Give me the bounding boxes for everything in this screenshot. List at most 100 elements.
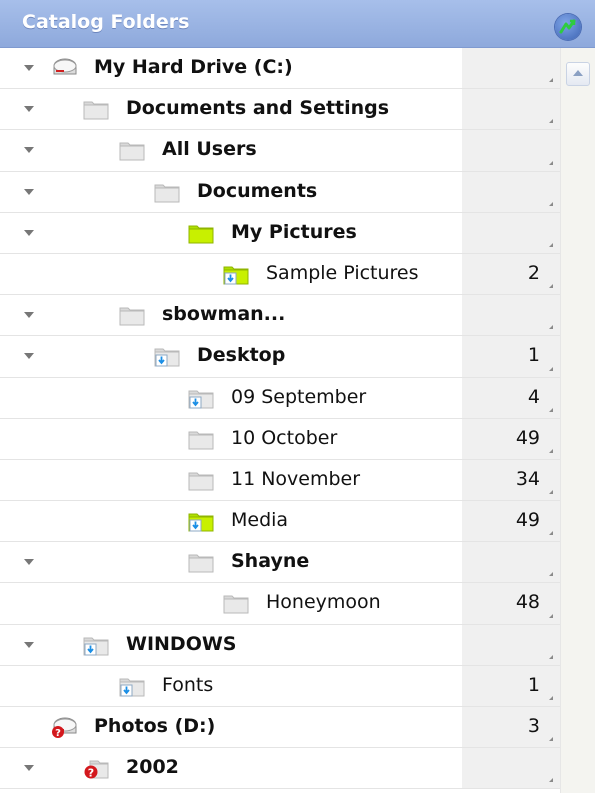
photo-count-cell: 34	[462, 459, 560, 501]
resize-grip-icon	[549, 366, 553, 371]
svg-text:?: ?	[55, 728, 61, 739]
resize-grip-icon	[549, 284, 553, 289]
tree-row[interactable]: Documents	[0, 171, 560, 213]
panel-menu-icon[interactable]	[555, 14, 581, 40]
resize-grip-icon	[549, 737, 553, 742]
folder-label: Honeymoon	[266, 591, 381, 614]
folder-label: 2002	[126, 756, 179, 779]
photo-count-cell	[462, 624, 560, 665]
photo-count: 1	[527, 673, 540, 696]
green-sync-folder-icon	[222, 262, 250, 286]
tree-row[interactable]: sbowman...	[0, 295, 560, 337]
resize-grip-icon	[549, 490, 553, 495]
expand-arrow-icon[interactable]	[24, 147, 34, 154]
folder-icon	[82, 97, 110, 121]
tree-row[interactable]: Sample Pictures 2	[0, 253, 560, 296]
offline-folder-icon: ?	[82, 756, 110, 780]
hard-drive-icon	[50, 56, 78, 80]
sync-folder-icon	[118, 674, 146, 698]
folder-label: WINDOWS	[126, 632, 237, 655]
offline-drive-icon: ?	[50, 715, 78, 739]
tree-row[interactable]: My Pictures	[0, 212, 560, 254]
photo-count: 34	[515, 467, 540, 490]
folder-label: sbowman...	[162, 303, 286, 326]
expand-arrow-icon[interactable]	[24, 65, 34, 71]
photo-count-cell: 3	[462, 707, 560, 748]
expand-arrow-icon[interactable]	[24, 188, 34, 195]
resize-grip-icon	[549, 119, 553, 124]
tree-row[interactable]: ? Photos (D:) 3	[0, 707, 560, 749]
tree-row[interactable]: 09 September 4	[0, 377, 560, 419]
vertical-scrollbar[interactable]	[560, 48, 595, 793]
green-folder-icon	[187, 221, 215, 245]
sync-folder-icon	[82, 633, 110, 657]
resize-grip-icon	[549, 778, 553, 783]
tree-row[interactable]: Shayne	[0, 542, 560, 584]
expand-arrow-icon[interactable]	[24, 353, 34, 360]
photo-count-cell	[462, 48, 560, 89]
resize-grip-icon	[549, 325, 553, 330]
photo-count-cell: 1	[462, 336, 560, 377]
folder-tree: My Hard Drive (C:) Documents and Settings…	[0, 48, 560, 793]
expand-arrow-icon[interactable]	[24, 229, 34, 236]
resize-grip-icon	[549, 654, 553, 659]
tree-row[interactable]: ? 2002	[0, 748, 560, 790]
folder-icon	[187, 550, 215, 574]
sync-folder-icon	[153, 344, 181, 368]
folder-label: 09 September	[231, 385, 367, 408]
tree-row[interactable]: Media 49	[0, 501, 560, 543]
photo-count-cell	[462, 542, 560, 583]
folder-icon	[187, 468, 215, 492]
scroll-up-button[interactable]	[566, 62, 590, 86]
photo-count: 3	[527, 715, 540, 737]
folder-label: 10 October	[231, 426, 338, 449]
folder-icon	[118, 138, 146, 162]
tree-row[interactable]: Documents and Settings	[0, 89, 560, 131]
resize-grip-icon	[549, 448, 553, 453]
resize-grip-icon	[549, 201, 553, 206]
svg-text:?: ?	[88, 767, 94, 780]
photo-count-cell: 1	[462, 665, 560, 706]
photo-count-cell	[462, 130, 560, 171]
photo-count-cell: 48	[462, 583, 560, 624]
folder-label: My Pictures	[231, 220, 357, 243]
photo-count: 49	[515, 426, 540, 449]
resize-grip-icon	[549, 572, 553, 577]
green-sync-folder-icon	[187, 509, 215, 533]
tree-row[interactable]: Honeymoon 48	[0, 583, 560, 625]
folder-label: Documents and Settings	[126, 97, 390, 120]
expand-arrow-icon[interactable]	[24, 312, 34, 319]
expand-arrow-icon[interactable]	[24, 559, 34, 566]
resize-grip-icon	[549, 696, 553, 700]
expand-arrow-icon[interactable]	[24, 106, 34, 113]
photo-count-cell	[462, 748, 560, 789]
tree-row[interactable]: Desktop 1	[0, 336, 560, 378]
photo-count-cell	[462, 212, 560, 253]
resize-grip-icon	[549, 407, 553, 412]
photo-count-cell	[462, 89, 560, 130]
tree-row[interactable]: My Hard Drive (C:)	[0, 48, 560, 90]
expand-arrow-icon[interactable]	[24, 765, 34, 772]
tree-row[interactable]: All Users	[0, 130, 560, 172]
expand-arrow-icon[interactable]	[24, 641, 34, 648]
folder-label: My Hard Drive (C:)	[94, 56, 293, 78]
folder-label: Photos (D:)	[94, 715, 216, 737]
photo-count: 48	[515, 591, 540, 614]
folder-icon	[222, 591, 250, 615]
photo-count: 49	[515, 509, 540, 532]
tree-row[interactable]: 10 October 49	[0, 418, 560, 460]
folder-label: Sample Pictures	[266, 261, 419, 284]
panel-header: Catalog Folders	[0, 0, 595, 48]
resize-grip-icon	[549, 160, 553, 165]
folder-icon	[118, 303, 146, 327]
panel-title: Catalog Folders	[22, 11, 190, 33]
photo-count-cell: 49	[462, 418, 560, 459]
photo-count-cell: 2	[462, 253, 560, 295]
photo-count: 2	[527, 261, 540, 284]
resize-grip-icon	[549, 78, 553, 83]
folder-label: Fonts	[162, 673, 214, 696]
folder-label: Desktop	[197, 344, 286, 367]
tree-row[interactable]: 11 November 34	[0, 459, 560, 502]
tree-row[interactable]: WINDOWS	[0, 624, 560, 666]
tree-row[interactable]: Fonts 1	[0, 665, 560, 707]
